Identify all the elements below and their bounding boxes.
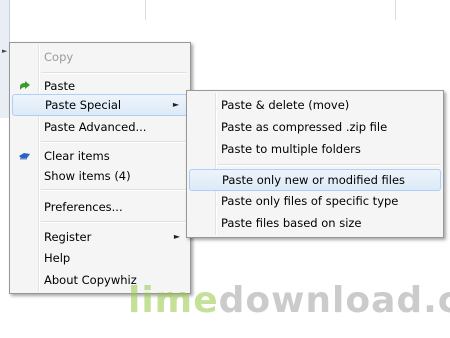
menu-item-label: Paste only files of specific type (221, 194, 399, 208)
paste-special-submenu: Paste & delete (move) Paste as compresse… (186, 90, 444, 238)
menu-item-copy[interactable]: Copy (12, 46, 188, 68)
paste-arrow-icon (20, 81, 30, 90)
menu-separator (41, 141, 187, 143)
clear-eraser-icon (19, 153, 30, 160)
menu-item-label: Clear items (44, 149, 110, 163)
context-menu: Copy Paste Paste Special ► Paste Advance… (9, 42, 191, 294)
menu-item-label: Register (44, 230, 92, 244)
menu-item-label: Paste & delete (move) (221, 98, 350, 112)
menu-separator (218, 164, 440, 166)
submenu-item-paste-new-modified[interactable]: Paste only new or modified files (189, 169, 441, 191)
menu-item-clear-items[interactable]: Clear items (12, 145, 188, 167)
menu-item-label: Preferences... (44, 200, 123, 214)
menu-item-label: Help (44, 251, 71, 265)
menu-item-preferences[interactable]: Preferences... (12, 196, 188, 218)
menu-item-label: Paste files based on size (221, 216, 362, 230)
menu-item-label: Paste Advanced... (44, 120, 147, 134)
background-divider (145, 0, 146, 20)
submenu-item-paste-by-size[interactable]: Paste files based on size (189, 212, 441, 234)
menu-item-paste-special[interactable]: Paste Special ► (12, 94, 188, 116)
watermark-logo: limedownload.com (128, 280, 450, 321)
submenu-item-paste-zip[interactable]: Paste as compressed .zip file (189, 116, 441, 138)
menu-item-register[interactable]: Register ► (12, 226, 188, 248)
menu-separator (41, 72, 187, 74)
menu-item-help[interactable]: Help (12, 247, 188, 269)
menu-item-label: Paste as compressed .zip file (221, 120, 388, 134)
submenu-arrow-icon: ► (173, 232, 180, 241)
menu-item-label: Show items (4) (44, 169, 131, 183)
submenu-item-paste-delete[interactable]: Paste & delete (move) (189, 94, 441, 116)
menu-separator (41, 189, 187, 191)
menu-item-label: Paste (44, 79, 76, 93)
background-divider (395, 0, 396, 20)
submenu-item-paste-specific-type[interactable]: Paste only files of specific type (189, 190, 441, 212)
menu-item-label: Paste to multiple folders (221, 142, 361, 156)
submenu-arrow-icon: ► (172, 100, 179, 109)
menu-item-label: Paste only new or modified files (222, 173, 406, 187)
menu-item-paste-advanced[interactable]: Paste Advanced... (12, 116, 188, 138)
pane-expand-arrow-icon: ► (2, 47, 8, 55)
menu-item-label: About Copywhiz (44, 273, 137, 287)
menu-item-label: Copy (44, 50, 74, 64)
menu-separator (41, 221, 187, 223)
menu-item-show-items[interactable]: Show items (4) (12, 165, 188, 187)
menu-item-label: Paste Special (45, 98, 122, 112)
submenu-item-paste-multiple[interactable]: Paste to multiple folders (189, 138, 441, 160)
